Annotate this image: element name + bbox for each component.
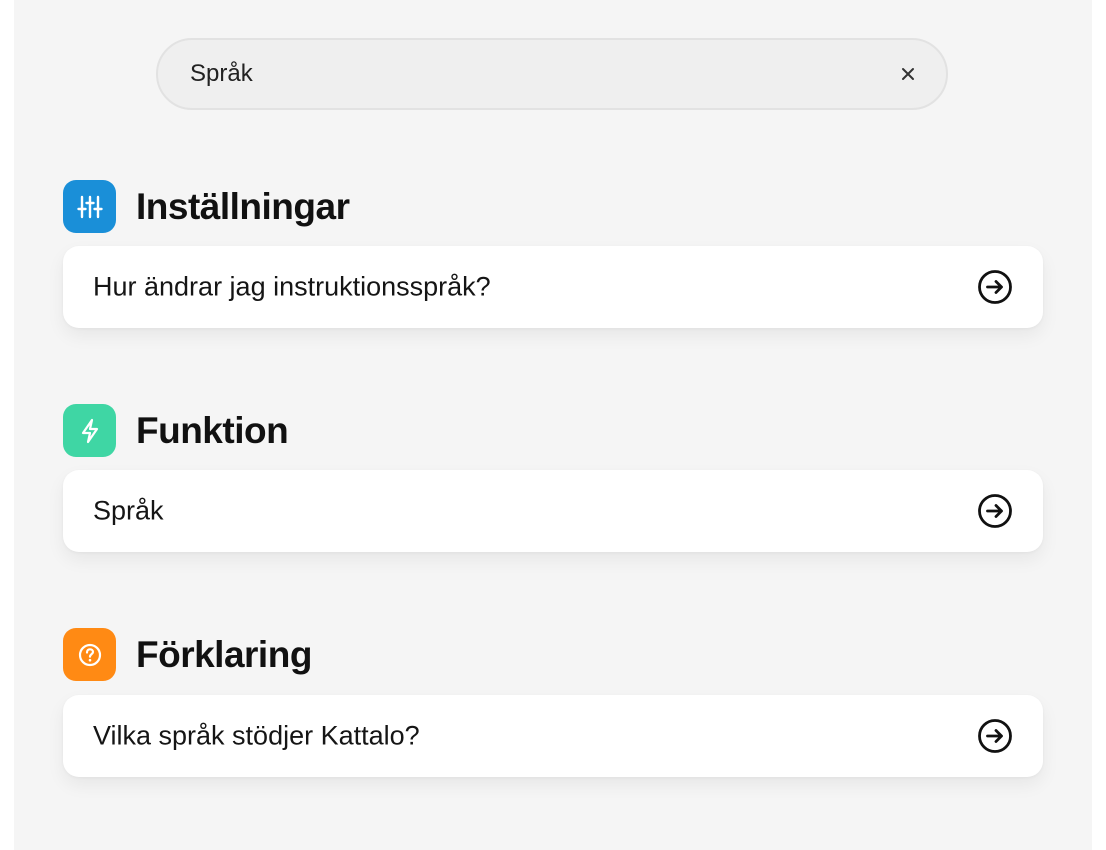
search-input[interactable]: Språk	[190, 60, 253, 88]
result-item[interactable]: Språk	[63, 470, 1043, 552]
arrow-right-circle-icon	[978, 270, 1012, 304]
result-label: Vilka språk stödjer Kattalo?	[93, 720, 420, 751]
lightning-icon	[81, 418, 98, 443]
section-icon-badge	[63, 180, 116, 233]
result-item[interactable]: Hur ändrar jag instruktionsspråk?	[63, 246, 1043, 328]
section-icon-badge	[63, 404, 116, 457]
arrow-right-circle-icon	[978, 494, 1012, 528]
result-label: Språk	[93, 495, 164, 526]
arrow-right-circle-icon	[978, 719, 1012, 753]
search-bar[interactable]: Språk	[156, 38, 948, 110]
section-title: Förklaring	[136, 633, 312, 675]
section-header-funktion: Funktion	[63, 404, 289, 457]
section-header-forklaring: Förklaring	[63, 628, 312, 681]
result-item[interactable]: Vilka språk stödjer Kattalo?	[63, 695, 1043, 777]
clear-search-button[interactable]	[892, 58, 924, 90]
section-title: Inställningar	[136, 185, 350, 227]
section-icon-badge	[63, 628, 116, 681]
result-label: Hur ändrar jag instruktionsspråk?	[93, 271, 491, 302]
question-circle-icon	[78, 643, 101, 666]
section-title: Funktion	[136, 409, 289, 451]
sliders-icon	[76, 195, 103, 218]
section-header-installningar: Inställningar	[63, 180, 350, 233]
close-icon	[902, 68, 914, 80]
